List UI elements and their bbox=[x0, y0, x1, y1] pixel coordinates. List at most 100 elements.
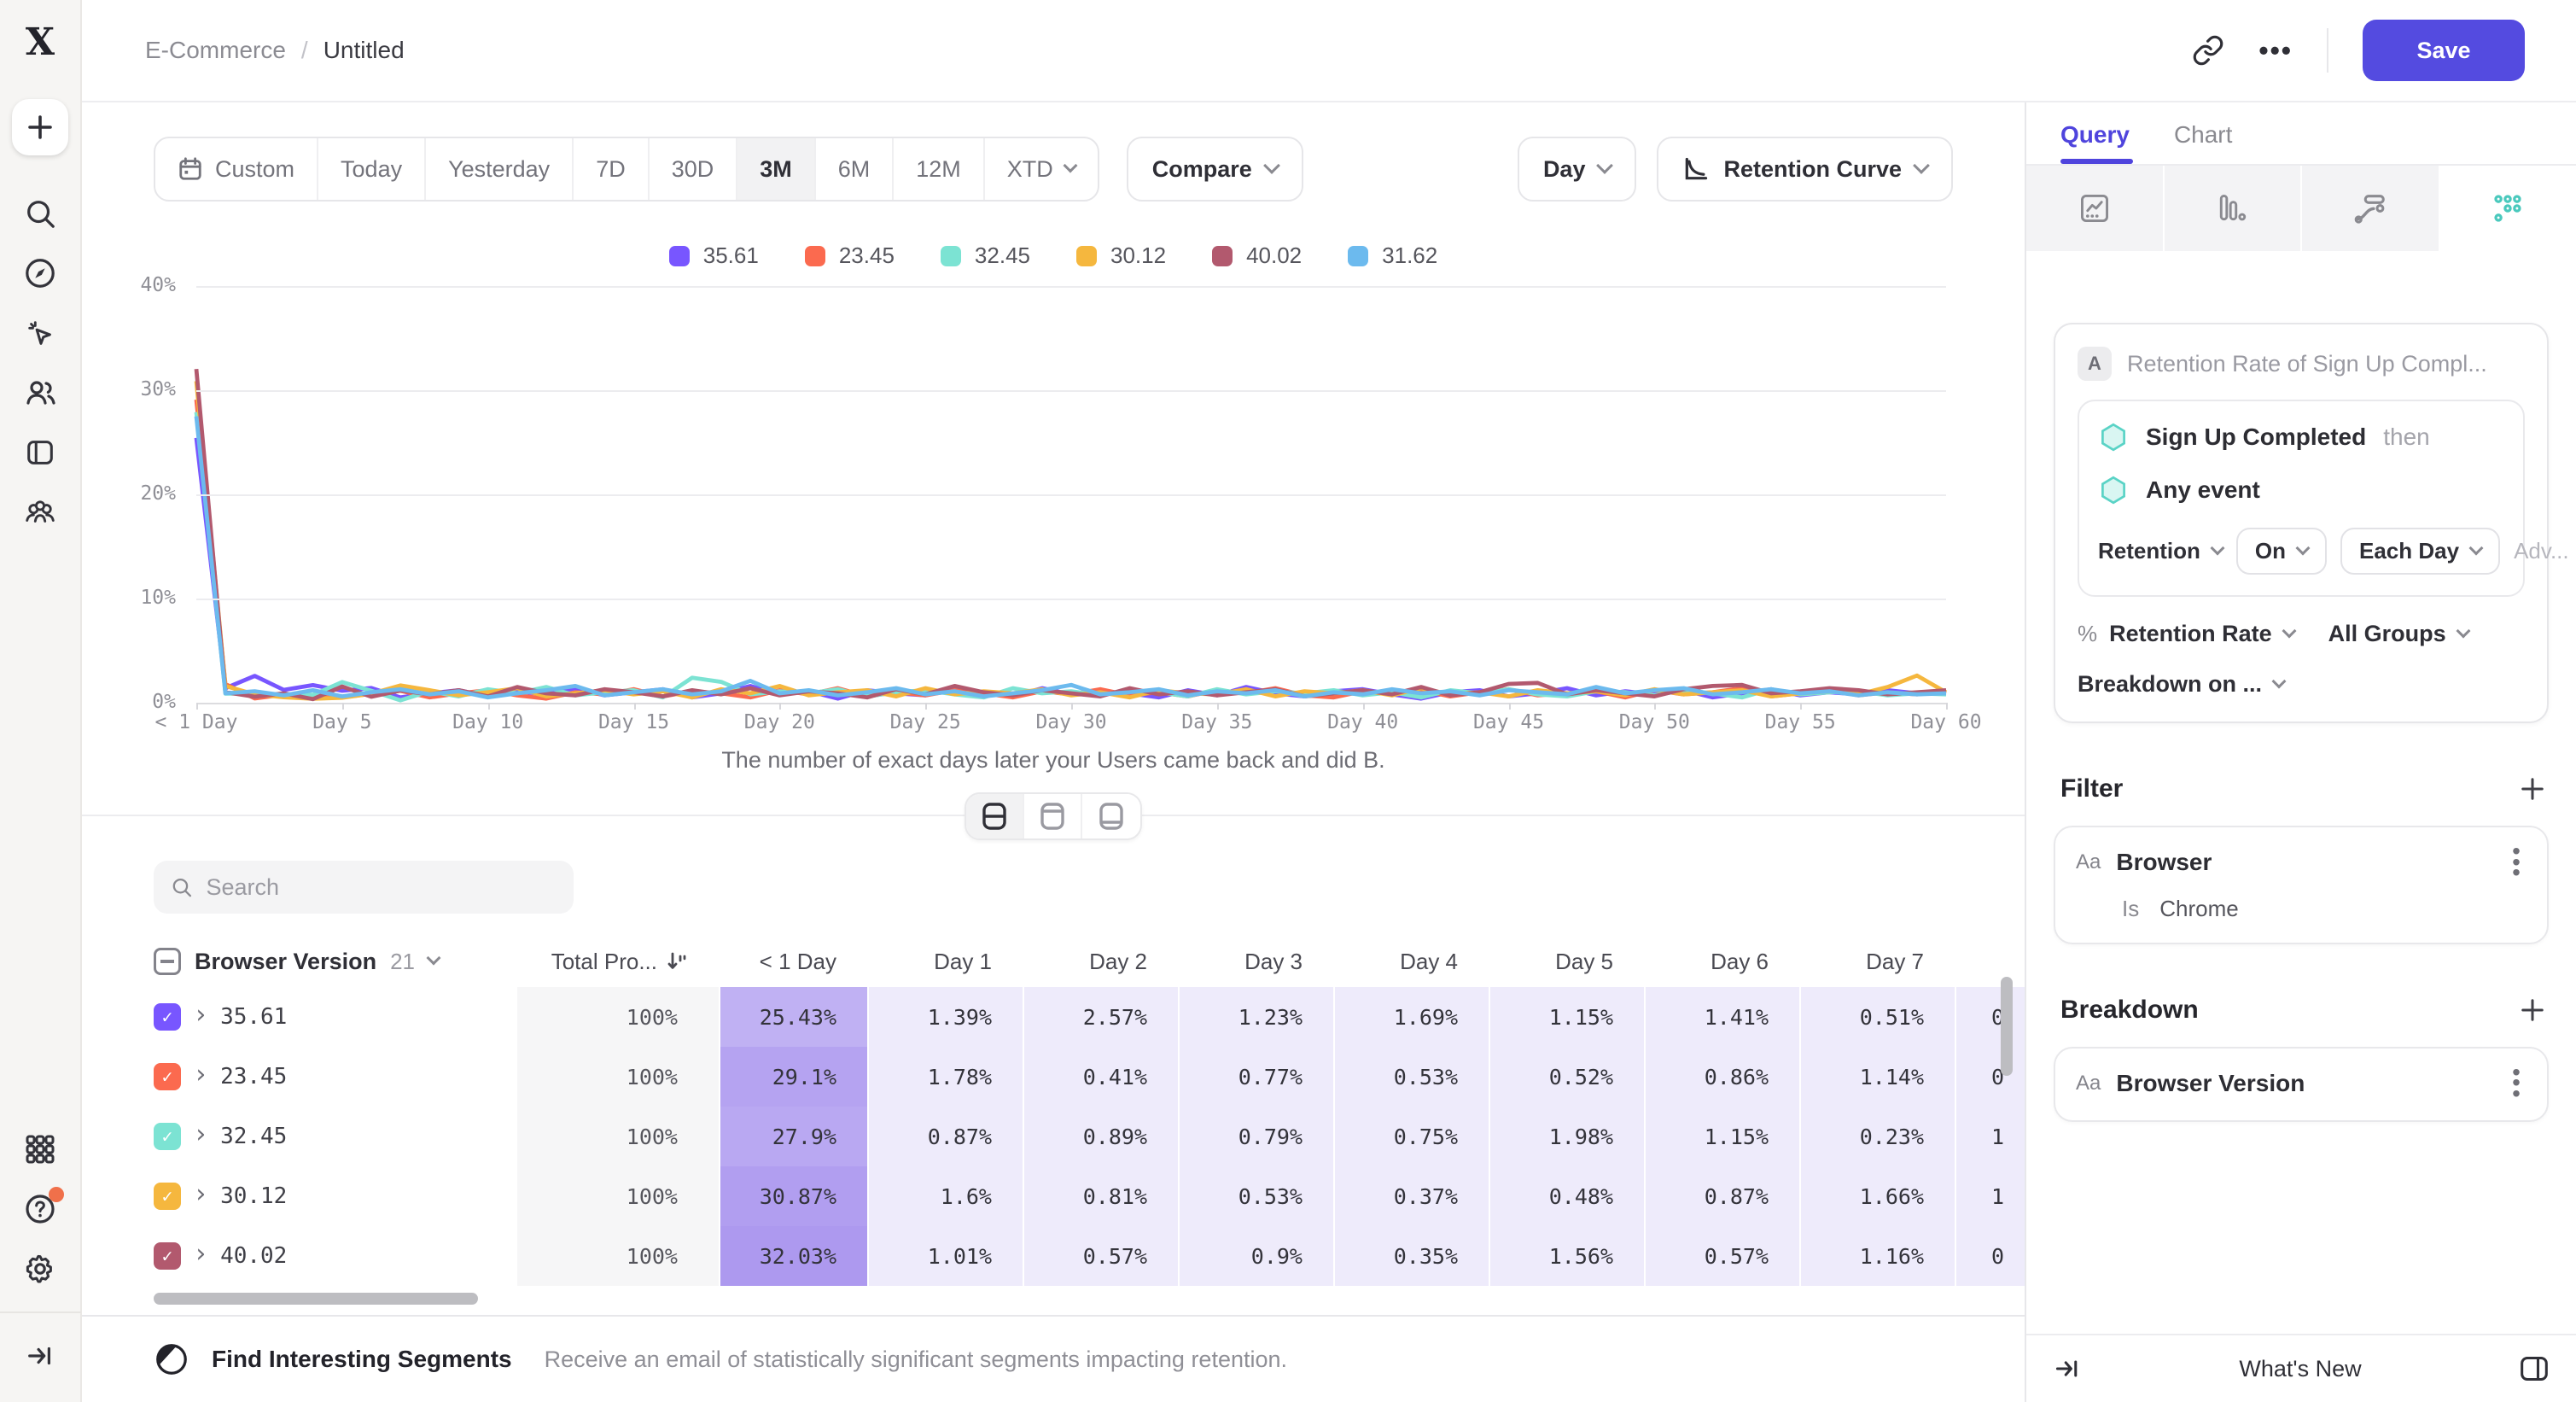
day-cell[interactable]: 0.57% bbox=[1024, 1226, 1178, 1286]
day-cell[interactable]: 1 bbox=[1956, 1107, 2025, 1166]
date-range-xtd[interactable]: XTD bbox=[985, 138, 1098, 200]
date-range-30d[interactable]: 30D bbox=[650, 138, 738, 200]
row-checkbox[interactable]: ✓ bbox=[154, 1183, 181, 1210]
day-cell[interactable]: 0 bbox=[1956, 987, 2025, 1047]
save-button[interactable]: Save bbox=[2363, 20, 2525, 81]
date-range-yesterday[interactable]: Yesterday bbox=[426, 138, 574, 200]
breakdown-property[interactable]: Browser Version bbox=[2116, 1070, 2491, 1097]
series-line-32.45[interactable] bbox=[196, 412, 1946, 701]
series-line-35.61[interactable] bbox=[196, 438, 1946, 698]
date-range-custom[interactable]: Custom bbox=[155, 138, 318, 200]
day-cell[interactable]: 1.15% bbox=[1490, 987, 1644, 1047]
day-cell[interactable]: 1.69% bbox=[1335, 987, 1489, 1047]
toggle-table-only[interactable] bbox=[1082, 794, 1140, 838]
retention-type-dropdown[interactable]: Retention bbox=[2098, 538, 2223, 564]
day-cell[interactable]: 1.56% bbox=[1490, 1226, 1644, 1286]
day-column-header[interactable]: Day 7 bbox=[1801, 949, 1955, 975]
series-line-40.02[interactable] bbox=[196, 369, 1946, 699]
cohorts-icon[interactable] bbox=[11, 483, 69, 541]
day-cell[interactable]: 0.81% bbox=[1024, 1166, 1178, 1226]
day-column-header[interactable]: Day 6 bbox=[1646, 949, 1799, 975]
users-icon[interactable] bbox=[11, 364, 69, 422]
day-cell[interactable]: 0.57% bbox=[1646, 1226, 1799, 1286]
day-cell[interactable]: 0.53% bbox=[1335, 1047, 1489, 1107]
day-cell[interactable]: 0 bbox=[1956, 1226, 2025, 1286]
breakdown-card[interactable]: Aa Browser Version ••• bbox=[2054, 1047, 2549, 1122]
day-cell[interactable]: 0.23% bbox=[1801, 1107, 1955, 1166]
day-cell[interactable]: 0.48% bbox=[1490, 1166, 1644, 1226]
expand-row-icon[interactable]: › bbox=[193, 1002, 208, 1028]
filter-value[interactable]: Chrome bbox=[2159, 896, 2238, 922]
day-cell[interactable]: 0.41% bbox=[1024, 1047, 1178, 1107]
expand-row-icon[interactable]: › bbox=[193, 1182, 208, 1207]
legend-item[interactable]: 35.61 bbox=[669, 242, 759, 269]
day-cell[interactable]: 0.86% bbox=[1646, 1047, 1799, 1107]
day-cell[interactable]: 1.41% bbox=[1646, 987, 1799, 1047]
day-cell[interactable]: 1.15% bbox=[1646, 1107, 1799, 1166]
day-column-header[interactable]: Day 2 bbox=[1024, 949, 1178, 975]
day-cell[interactable]: 0.79% bbox=[1180, 1107, 1333, 1166]
report-insights-icon[interactable] bbox=[2026, 166, 2165, 251]
add-breakdown-icon[interactable] bbox=[2520, 997, 2545, 1023]
date-range-3m[interactable]: 3M bbox=[737, 138, 816, 200]
legend-item[interactable]: 30.12 bbox=[1076, 242, 1166, 269]
day-cell[interactable]: 1.78% bbox=[869, 1047, 1023, 1107]
day0-cell[interactable]: 30.87% bbox=[720, 1166, 867, 1226]
day-cell[interactable]: 0.77% bbox=[1180, 1047, 1333, 1107]
day-cell[interactable]: 2.57% bbox=[1024, 987, 1178, 1047]
vertical-scrollbar[interactable] bbox=[2001, 977, 2013, 1076]
day-cell[interactable]: 0.52% bbox=[1490, 1047, 1644, 1107]
toggle-chart-only[interactable] bbox=[1024, 794, 1082, 838]
apps-grid-icon[interactable] bbox=[11, 1120, 69, 1178]
date-range-7d[interactable]: 7D bbox=[574, 138, 650, 200]
day-cell[interactable]: 0.75% bbox=[1335, 1107, 1489, 1166]
tab-query[interactable]: Query bbox=[2060, 121, 2130, 164]
day-cell[interactable]: 1.16% bbox=[1801, 1226, 1955, 1286]
breakdown-on-dropdown[interactable]: Breakdown on ... bbox=[2078, 671, 2262, 698]
row-checkbox[interactable]: ✓ bbox=[154, 1063, 181, 1090]
day0-cell[interactable]: 27.9% bbox=[720, 1107, 867, 1166]
horizontal-scrollbar[interactable] bbox=[154, 1293, 478, 1305]
chart-type-dropdown[interactable]: Retention Curve bbox=[1657, 137, 1953, 202]
breadcrumb-report-name[interactable]: Untitled bbox=[323, 37, 405, 64]
day0-cell[interactable]: 29.1% bbox=[720, 1047, 867, 1107]
day0-cell[interactable]: 32.03% bbox=[720, 1226, 867, 1286]
advanced-dropdown[interactable]: Adv... bbox=[2514, 538, 2576, 564]
filter-menu-icon[interactable]: ••• bbox=[2506, 846, 2526, 879]
groups-dropdown[interactable]: All Groups bbox=[2328, 621, 2446, 647]
day-cell[interactable]: 0 bbox=[1956, 1047, 2025, 1107]
series-line-23.45[interactable] bbox=[196, 400, 1946, 698]
expand-row-icon[interactable]: › bbox=[193, 1241, 208, 1267]
toggle-split-view[interactable] bbox=[966, 794, 1024, 838]
legend-item[interactable]: 23.45 bbox=[805, 242, 895, 269]
settings-gear-icon[interactable] bbox=[11, 1240, 69, 1298]
day-column-header[interactable]: Day 4 bbox=[1335, 949, 1489, 975]
filter-property[interactable]: Browser bbox=[2116, 849, 2491, 876]
day-column-header[interactable]: < 1 Day bbox=[720, 949, 867, 975]
table-search[interactable] bbox=[154, 861, 574, 914]
on-dropdown[interactable]: On bbox=[2236, 528, 2327, 575]
day-cell[interactable]: 1.23% bbox=[1180, 987, 1333, 1047]
day-cell[interactable]: 0.9% bbox=[1180, 1226, 1333, 1286]
query-title[interactable]: Retention Rate of Sign Up Compl... bbox=[2127, 351, 2487, 377]
legend-item[interactable]: 31.62 bbox=[1348, 242, 1437, 269]
row-checkbox[interactable]: ✓ bbox=[154, 1123, 181, 1150]
day-cell[interactable]: 1.66% bbox=[1801, 1166, 1955, 1226]
more-options-icon[interactable]: ••• bbox=[2258, 35, 2293, 67]
day-cell[interactable]: 1.14% bbox=[1801, 1047, 1955, 1107]
layout-panel-icon[interactable] bbox=[2520, 1355, 2549, 1382]
add-filter-icon[interactable] bbox=[2520, 776, 2545, 802]
day-cell[interactable]: 0.51% bbox=[1801, 987, 1955, 1047]
filter-card[interactable]: Aa Browser ••• Is Chrome bbox=[2054, 826, 2549, 944]
each-day-dropdown[interactable]: Each Day bbox=[2340, 528, 2500, 575]
compare-button[interactable]: Compare bbox=[1127, 137, 1303, 202]
collapse-panel-icon[interactable] bbox=[2054, 1355, 2081, 1382]
find-segments-link[interactable]: Find Interesting Segments bbox=[212, 1346, 512, 1373]
search-input[interactable] bbox=[206, 874, 557, 901]
expand-row-icon[interactable]: › bbox=[193, 1062, 208, 1088]
cursor-click-icon[interactable] bbox=[11, 304, 69, 362]
breakdown-menu-icon[interactable]: ••• bbox=[2506, 1067, 2526, 1100]
day0-cell[interactable]: 25.43% bbox=[720, 987, 867, 1047]
metric-dropdown[interactable]: Retention Rate bbox=[2109, 621, 2272, 647]
day-column-header[interactable]: Day 1 bbox=[869, 949, 1023, 975]
